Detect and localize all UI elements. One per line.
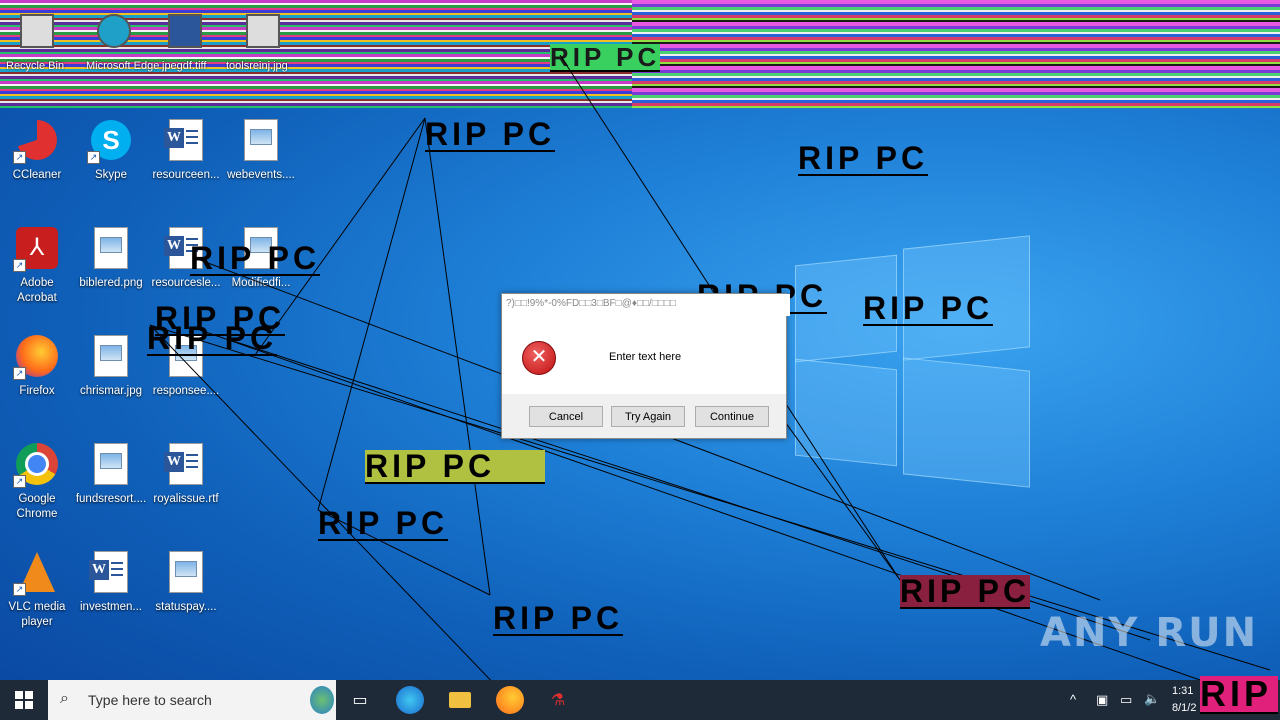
error-dialog: ?)□□!9%*-0%FD□□3□BF□@♦□□/□□□□ ✕ Enter te… (501, 293, 790, 439)
search-placeholder: Type here to search (88, 692, 212, 708)
network-icon[interactable]: ▣ (1096, 692, 1108, 708)
dialog-message: Enter text here (609, 351, 682, 363)
monitor-icon[interactable]: ▭ (1120, 692, 1132, 708)
rip-pc-text: RIP PC (318, 505, 449, 541)
try-again-button[interactable]: Try Again (611, 406, 685, 427)
search-icon: ⌕ (60, 690, 69, 707)
chevron-up-icon[interactable]: ^ (1070, 692, 1076, 707)
rip-pc-text: RIP PC (798, 140, 929, 176)
taskbar-search-box[interactable]: ⌕ Type here to search (48, 680, 336, 720)
rip-pc-text: RIP PC (900, 573, 1031, 609)
task-view-icon[interactable]: ▭ (346, 686, 374, 714)
globe-icon (310, 686, 334, 714)
taskbar: ⌕ Type here to search ▭ ⚗ ^ ▣ ▭ 🔈 1:31 8… (0, 680, 1280, 720)
dialog-title[interactable]: ?)□□!9%*-0%FD□□3□BF□@♦□□/□□□□ (502, 294, 790, 316)
rip-pc-text: RIP PC (1200, 676, 1278, 714)
rip-pc-text: RIP PC (365, 450, 545, 484)
clock-time[interactable]: 1:31 (1172, 685, 1193, 697)
start-button[interactable] (0, 680, 48, 720)
firefox-taskbar-icon[interactable] (496, 686, 524, 714)
error-icon: ✕ (522, 341, 556, 375)
rip-pc-text: RIP PC (190, 240, 321, 276)
edge-taskbar-icon[interactable] (396, 686, 424, 714)
clock-date[interactable]: 8/1/2 (1172, 702, 1196, 714)
rip-pc-text: RIP PC (425, 116, 556, 152)
windows-icon (15, 691, 33, 709)
rip-pc-text: RIP PC (147, 320, 278, 356)
rip-pc-text: RIP PC (863, 290, 994, 326)
flask-icon[interactable]: ⚗ (544, 686, 572, 714)
rip-pc-text: RIP PC (493, 600, 624, 636)
anyrun-watermark: ANY RUN (1040, 610, 1259, 656)
continue-button[interactable]: Continue (695, 406, 769, 427)
file-explorer-icon[interactable] (446, 686, 474, 714)
volume-icon[interactable]: 🔈 (1144, 691, 1160, 707)
cancel-button[interactable]: Cancel (529, 406, 603, 427)
